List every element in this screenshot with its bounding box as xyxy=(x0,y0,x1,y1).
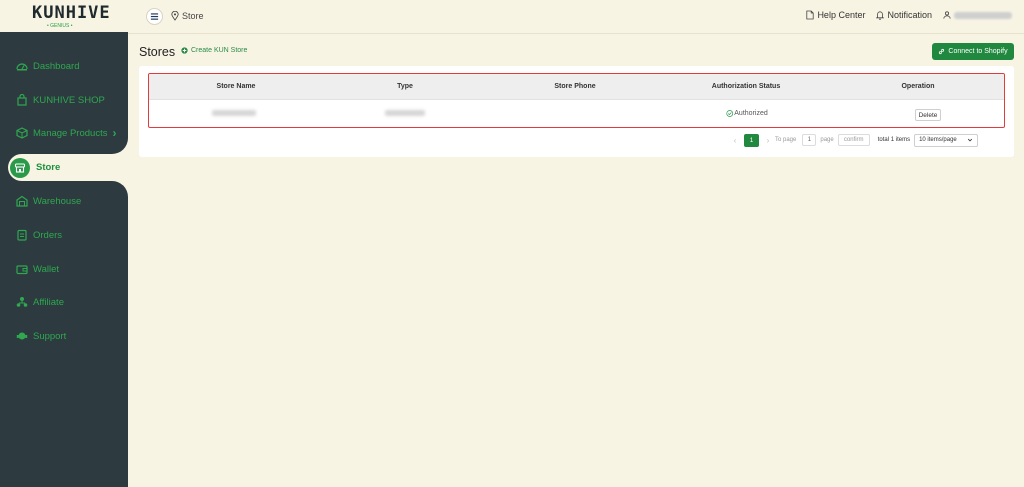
next-page-button[interactable]: › xyxy=(763,136,773,145)
sidebar-item-kunhive-shop[interactable]: KUNHIVE SHOP xyxy=(0,85,128,115)
connect-to-shopify-button[interactable]: Connect to Shopify xyxy=(932,43,1014,60)
box-icon xyxy=(16,127,28,139)
page-number-current[interactable]: 1 xyxy=(744,133,759,147)
pagination: ‹ 1 › To page 1 page confirm total 1 ite… xyxy=(730,133,979,147)
connect-to-shopify-label: Connect to Shopify xyxy=(948,48,1008,55)
active-curve-top xyxy=(112,138,128,154)
column-header-store-phone[interactable]: Store Phone xyxy=(554,83,595,90)
create-kun-store-link[interactable]: Create KUN Store xyxy=(181,47,247,54)
authorization-status: Authorized xyxy=(726,110,768,117)
column-header-operation[interactable]: Operation xyxy=(901,83,934,90)
sidebar-item-support[interactable]: Support xyxy=(0,321,128,351)
logo-area: KUNHIVE • GENIUS • xyxy=(0,0,128,32)
column-header-authorization-status[interactable]: Authorization Status xyxy=(712,83,780,90)
sidebar-item-label: Dashboard xyxy=(33,60,80,72)
support-icon xyxy=(16,330,28,342)
username-redacted xyxy=(954,11,1012,19)
sidebar-item-label: Warehouse xyxy=(33,195,82,207)
affiliate-icon xyxy=(16,296,28,308)
dashboard-icon xyxy=(16,60,28,72)
wallet-icon xyxy=(16,263,28,275)
user-menu[interactable] xyxy=(943,11,1012,19)
location-pin-icon xyxy=(171,11,179,21)
column-header-store-name[interactable]: Store Name xyxy=(217,83,256,90)
page-size-select[interactable]: 10 items/page xyxy=(914,133,979,147)
create-kun-store-label: Create KUN Store xyxy=(191,47,248,54)
sidebar-item-label: Affiliate xyxy=(33,296,64,308)
total-items: total 1 items xyxy=(877,137,911,143)
check-circle-icon xyxy=(726,110,734,117)
sidebar-item-label: Store xyxy=(36,162,61,173)
sidebar-item-label: Wallet xyxy=(33,263,60,275)
sidebar-item-dashboard[interactable]: Dashboard xyxy=(0,51,128,81)
sidebar-item-orders[interactable]: Orders xyxy=(0,220,128,250)
notification-link[interactable]: Notification xyxy=(876,10,932,20)
page-title: Stores xyxy=(139,45,176,59)
page-label: page xyxy=(820,137,834,143)
sidebar-item-affiliate[interactable]: Affiliate xyxy=(0,287,128,317)
sidebar-item-label: Orders xyxy=(33,229,63,241)
delete-button[interactable]: Delete xyxy=(915,109,941,121)
confirm-page-button[interactable]: confirm xyxy=(837,134,870,146)
menu-toggle-button[interactable] xyxy=(146,8,163,25)
plus-circle-icon xyxy=(181,47,188,54)
page-jump-input[interactable]: 1 xyxy=(802,134,817,146)
sidebar-item-label: Support xyxy=(33,330,67,342)
hamburger-icon xyxy=(150,13,159,20)
document-icon xyxy=(806,10,815,20)
breadcrumb: Store xyxy=(171,11,204,21)
logo-tagline: • GENIUS • xyxy=(47,23,73,29)
store-icon xyxy=(10,157,30,178)
bell-icon xyxy=(876,11,885,20)
to-page-label: To page xyxy=(775,137,797,143)
sidebar-item-label: KUNHIVE SHOP xyxy=(33,94,105,106)
notification-label: Notification xyxy=(887,10,932,20)
sidebar-item-wallet[interactable]: Wallet xyxy=(0,254,128,284)
orders-icon xyxy=(16,229,28,241)
type-redacted xyxy=(385,110,425,118)
sidebar-item-store[interactable]: Store xyxy=(8,154,128,181)
prev-page-button[interactable]: ‹ xyxy=(730,136,740,145)
authorization-status-label: Authorized xyxy=(734,110,768,117)
logo[interactable]: KUNHIVE xyxy=(32,3,111,23)
top-bar: Store Help Center Notification xyxy=(128,0,1024,34)
sidebar-item-manage-products[interactable]: Manage Products › xyxy=(0,118,128,148)
link-icon xyxy=(939,48,945,55)
stores-table: Store Name Type Store Phone Authorizatio… xyxy=(148,73,1005,128)
breadcrumb-current[interactable]: Store xyxy=(182,11,204,21)
sidebar-item-label: Manage Products xyxy=(33,127,108,139)
user-icon xyxy=(943,11,951,19)
bag-icon xyxy=(16,94,28,106)
table-header: Store Name Type Store Phone Authorizatio… xyxy=(149,74,1004,100)
help-center-link[interactable]: Help Center xyxy=(806,10,865,20)
column-header-type[interactable]: Type xyxy=(397,83,413,90)
help-center-label: Help Center xyxy=(817,10,866,20)
chevron-down-icon xyxy=(967,138,973,142)
store-name-redacted xyxy=(212,110,256,118)
page-size-value: 10 items/page xyxy=(919,137,957,143)
sidebar-item-warehouse[interactable]: Warehouse xyxy=(0,186,128,216)
warehouse-icon xyxy=(16,195,28,207)
